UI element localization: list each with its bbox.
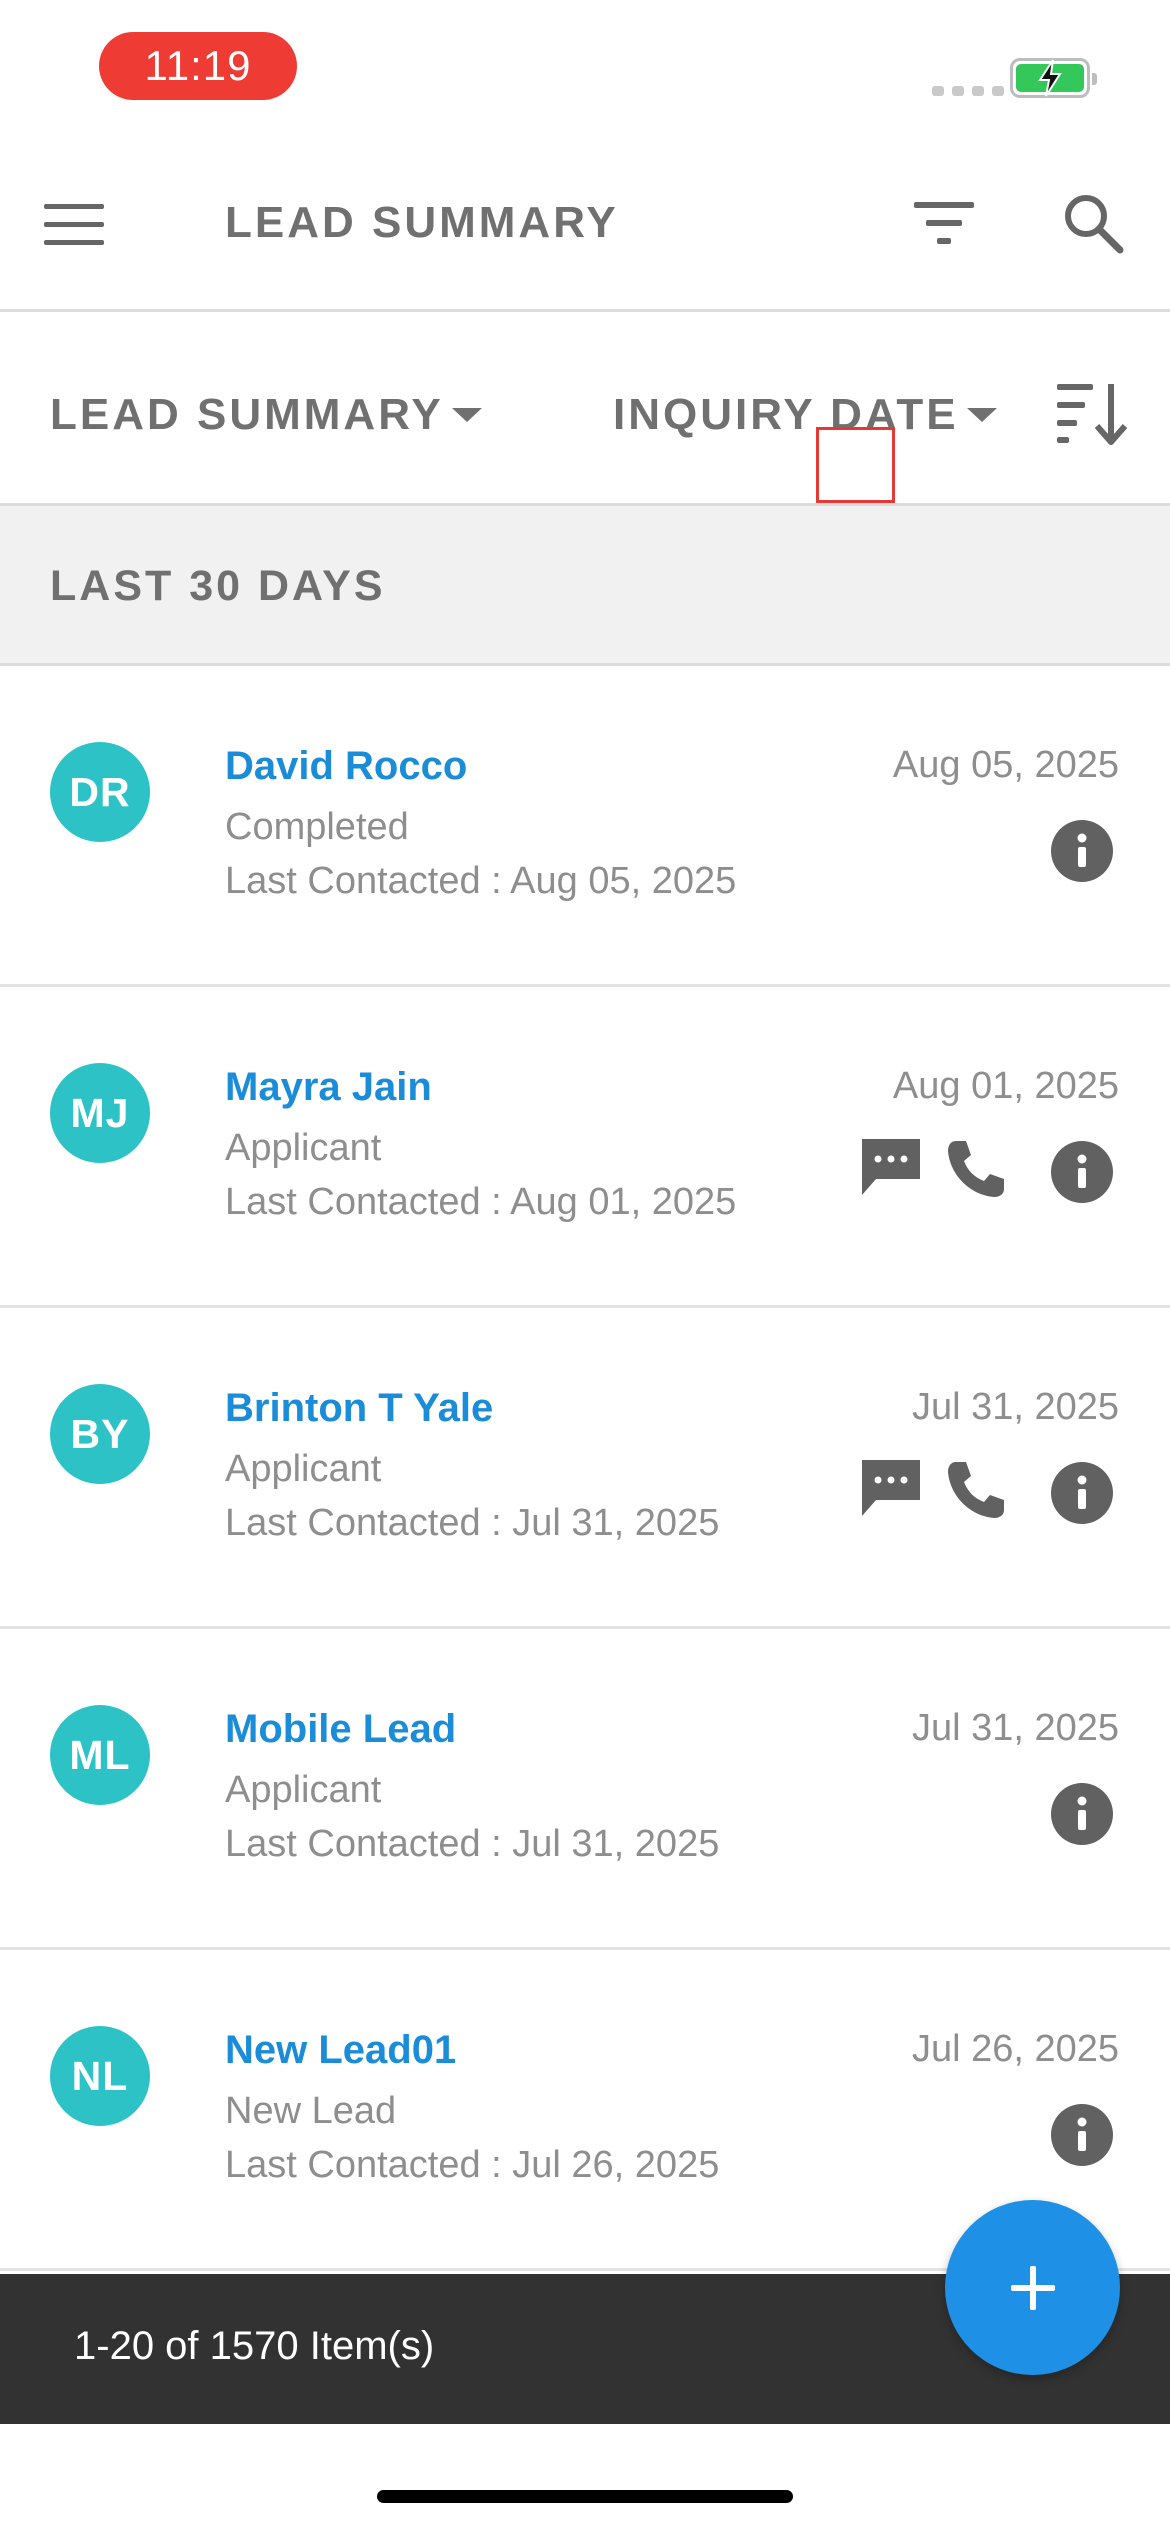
lead-status: Applicant [225,1127,382,1169]
lead-last-contacted: Last Contacted : Aug 01, 2025 [225,1181,737,1223]
lead-last-contacted: Last Contacted : Jul 31, 2025 [225,1502,720,1544]
sort-field-label: INQUIRY DATE [613,390,959,439]
lead-list: DR David Rocco Completed Last Contacted … [0,666,1170,2271]
app-header: LEAD SUMMARY [0,140,1170,312]
lead-date: Jul 31, 2025 [911,1386,1119,1428]
add-lead-button[interactable] [945,2200,1120,2375]
info-icon[interactable] [1051,820,1113,882]
lead-row-david-rocco[interactable]: DR David Rocco Completed Last Contacted … [0,666,1170,987]
sort-order-icon[interactable] [1055,380,1131,446]
status-time: 11:19 [99,32,297,100]
avatar: NL [50,2026,150,2126]
sort-bar: LEAD SUMMARY INQUIRY DATE [0,312,1170,506]
phone-icon[interactable] [944,1137,1006,1201]
message-icon[interactable] [858,1456,924,1522]
lead-name[interactable]: David Rocco [225,744,467,789]
lead-date: Jul 31, 2025 [911,1707,1119,1749]
phone-icon[interactable] [944,1458,1006,1522]
home-indicator[interactable] [377,2490,793,2503]
section-header: LAST 30 DAYS [0,506,1170,666]
search-icon[interactable] [1062,192,1124,254]
lead-row-mayra-jain[interactable]: MJ Mayra Jain Applicant Last Contacted :… [0,987,1170,1308]
avatar: ML [50,1705,150,1805]
avatar: BY [50,1384,150,1484]
lead-row-mobile-lead[interactable]: ML Mobile Lead Applicant Last Contacted … [0,1629,1170,1950]
info-icon[interactable] [1051,2104,1113,2166]
status-bar: 11:19 [0,0,1170,140]
lead-row-brinton-t-yale[interactable]: BY Brinton T Yale Applicant Last Contact… [0,1308,1170,1629]
lead-last-contacted: Last Contacted : Jul 26, 2025 [225,2144,720,2186]
menu-icon[interactable] [44,204,104,246]
filter-icon[interactable] [912,198,976,248]
sort-field-dropdown[interactable]: INQUIRY DATE [613,390,997,440]
lead-status: Completed [225,806,409,848]
lead-status: Applicant [225,1769,382,1811]
section-title: LAST 30 DAYS [50,562,386,610]
lead-date: Aug 01, 2025 [892,1065,1119,1107]
view-dropdown-label: LEAD SUMMARY [50,390,444,439]
lead-date: Jul 26, 2025 [911,2028,1119,2070]
caret-down-icon [966,408,997,422]
lead-date: Aug 05, 2025 [892,744,1119,786]
info-icon[interactable] [1051,1462,1113,1524]
lead-name[interactable]: Mobile Lead [225,1707,456,1752]
info-icon[interactable] [1051,1141,1113,1203]
cellular-signal-icon [932,86,1004,96]
lead-status: New Lead [225,2090,397,2132]
avatar: DR [50,742,150,842]
lead-last-contacted: Last Contacted : Jul 31, 2025 [225,1823,720,1865]
view-dropdown[interactable]: LEAD SUMMARY [50,390,482,440]
plus-icon [1010,2265,1055,2310]
avatar: MJ [50,1063,150,1163]
lead-name[interactable]: Brinton T Yale [225,1386,493,1431]
lead-name[interactable]: New Lead01 [225,2028,456,2073]
info-icon[interactable] [1051,1783,1113,1845]
message-icon[interactable] [858,1135,924,1201]
lead-status: Applicant [225,1448,382,1490]
page-title: LEAD SUMMARY [225,198,619,247]
caret-down-icon [451,408,482,422]
pagination-text: 1-20 of 1570 Item(s) [74,2324,435,2368]
lead-name[interactable]: Mayra Jain [225,1065,432,1110]
battery-charging-icon [1010,58,1097,98]
lead-last-contacted: Last Contacted : Aug 05, 2025 [225,860,737,902]
